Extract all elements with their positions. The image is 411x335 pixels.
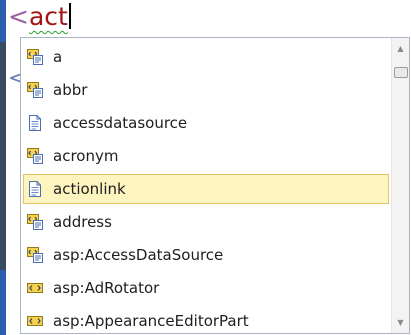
completion-item[interactable]: asp:AccessDataSource	[23, 240, 389, 270]
html-element-icon	[27, 214, 43, 230]
margin-marker	[0, 270, 6, 335]
asp-control-icon	[27, 313, 43, 329]
completion-scrollbar[interactable]: ▲ ▼	[391, 38, 409, 333]
completion-item[interactable]: a	[23, 42, 389, 72]
completion-popup[interactable]: a abbr accessdatasource acronym actionlink ad…	[20, 37, 410, 334]
completion-item[interactable]: asp:AppearanceEditorPart	[23, 306, 389, 333]
completion-list[interactable]: a abbr accessdatasource acronym actionlink ad…	[21, 38, 392, 333]
scroll-down-button[interactable]: ▼	[392, 314, 409, 331]
margin-marker	[0, 0, 6, 42]
html-element-icon	[27, 49, 43, 65]
completion-item-label: asp:AppearanceEditorPart	[53, 312, 249, 330]
scroll-thumb[interactable]	[394, 67, 408, 78]
completion-item[interactable]: acronym	[23, 141, 389, 171]
completion-item-label: address	[53, 213, 112, 231]
asp-control-icon	[27, 280, 43, 296]
completion-item-label: abbr	[53, 81, 88, 99]
completion-item-label: acronym	[53, 147, 119, 165]
editor-current-line[interactable]: <act	[8, 0, 71, 36]
html-element-icon	[27, 148, 43, 164]
scroll-up-button[interactable]: ▲	[392, 40, 409, 57]
editor-margin	[0, 0, 6, 335]
completion-item-label: asp:AdRotator	[53, 279, 160, 297]
completion-item-label: actionlink	[53, 180, 126, 198]
completion-item-label: a	[53, 48, 63, 66]
completion-item[interactable]: asp:AdRotator	[23, 273, 389, 303]
text-caret	[68, 3, 71, 29]
completion-item[interactable]: address	[23, 207, 389, 237]
html-element-icon	[27, 247, 43, 263]
snippet-icon	[27, 181, 43, 197]
tag-open-bracket: <	[8, 2, 29, 31]
typed-tag-text: act	[28, 2, 68, 31]
completion-item[interactable]: accessdatasource	[23, 108, 389, 138]
completion-item[interactable]: abbr	[23, 75, 389, 105]
completion-item-label: asp:AccessDataSource	[53, 246, 224, 264]
html-element-icon	[27, 82, 43, 98]
snippet-icon	[27, 115, 43, 131]
completion-item-label: accessdatasource	[53, 114, 188, 132]
editor-window: <act < a abbr accessdatasource acronym actio…	[0, 0, 411, 335]
completion-item[interactable]: actionlink	[23, 174, 389, 204]
